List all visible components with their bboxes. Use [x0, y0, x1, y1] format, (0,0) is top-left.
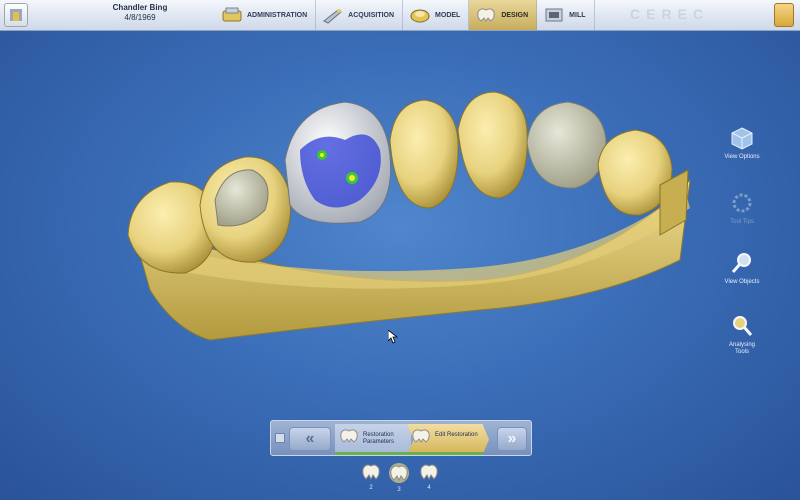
tooth-premolar-1 — [389, 99, 459, 209]
tooth-ceramic — [526, 101, 607, 189]
view-options-cube-icon — [729, 125, 755, 151]
restoration-tooth-icon — [389, 463, 409, 483]
view-options-label: View Options — [724, 154, 760, 160]
top-toolbar: Chandler Bing 4/8/1969 ADMINISTRATION AC… — [0, 0, 800, 31]
restoration-tooth-icon — [420, 464, 438, 481]
patient-date: 4/8/1969 — [124, 13, 156, 22]
workflow-nav: ADMINISTRATION ACQUISITION MODEL DESIGN … — [215, 0, 595, 30]
nav-acquisition-label: ACQUISITION — [348, 11, 395, 19]
jaw-model — [127, 91, 691, 341]
nav-model[interactable]: MODEL — [403, 0, 470, 30]
analysing-tools-icon — [729, 313, 755, 339]
step-edit-restoration[interactable]: Edit Restoration — [407, 424, 489, 455]
restoration-number: 4 — [427, 485, 431, 491]
tool-tips-label: Tool Tips — [730, 219, 754, 225]
nav-model-label: MODEL — [435, 11, 461, 19]
restoration-item[interactable]: 2 — [360, 462, 382, 491]
restoration-selector: 2 3 4 — [360, 462, 440, 496]
model-icon — [409, 6, 431, 24]
edit-restoration-tooth-icon — [412, 429, 430, 443]
nav-administration[interactable]: ADMINISTRATION — [215, 0, 317, 30]
app-menu-icon[interactable] — [4, 3, 28, 27]
tool-tips-ring-icon — [729, 190, 755, 216]
step-restoration-parameters-label: Restoration Parameters — [363, 432, 395, 445]
patient-name: Chandler Bing — [112, 3, 168, 12]
patient-info: Chandler Bing 4/8/1969 — [80, 3, 200, 23]
restoration-parameters-tooth-icon — [340, 429, 358, 443]
nav-administration-label: ADMINISTRATION — [247, 11, 308, 19]
mill-icon — [543, 6, 565, 24]
tool-tips-button[interactable]: Tool Tips — [722, 190, 762, 226]
step-restoration-parameters[interactable]: Restoration Parameters — [335, 424, 411, 455]
view-objects-button[interactable]: View Objects — [722, 250, 762, 286]
restoration-tooth-icon — [362, 464, 380, 481]
restoration-item[interactable]: 4 — [418, 462, 440, 491]
view-objects-label: View Objects — [724, 279, 760, 285]
design-viewport[interactable] — [0, 30, 800, 410]
back-button[interactable]: « — [289, 427, 331, 451]
step-edit-restoration-label: Edit Restoration — [435, 432, 478, 438]
view-options-button[interactable]: View Options — [722, 125, 762, 161]
nav-design[interactable]: DESIGN — [469, 0, 538, 30]
acquisition-camera-icon — [322, 6, 344, 24]
tooth-premolar-2 — [457, 91, 528, 199]
mouse-cursor — [388, 330, 398, 344]
nav-mill[interactable]: MILL — [537, 0, 595, 30]
nav-design-label: DESIGN — [501, 11, 529, 19]
tooth-settings-icon[interactable] — [774, 3, 794, 27]
forward-button[interactable]: » — [497, 427, 527, 451]
workflow-bar: « Restoration Parameters Edit Restoratio… — [270, 420, 532, 456]
nav-mill-label: MILL — [569, 11, 586, 19]
view-objects-magnifier-icon — [729, 250, 755, 276]
restoration-number: 3 — [397, 487, 401, 493]
nav-acquisition[interactable]: ACQUISITION — [316, 0, 404, 30]
analysing-tools-button[interactable]: Analysing Tools — [722, 313, 762, 356]
brand-logo: CEREC — [630, 6, 710, 22]
design-tooth-icon — [475, 6, 497, 24]
analysing-tools-label: Analysing Tools — [728, 342, 755, 355]
administration-icon — [221, 6, 243, 24]
restoration-item-active[interactable]: 3 — [388, 462, 410, 493]
restoration-number: 2 — [369, 485, 373, 491]
workflow-menu-toggle[interactable] — [275, 433, 285, 443]
